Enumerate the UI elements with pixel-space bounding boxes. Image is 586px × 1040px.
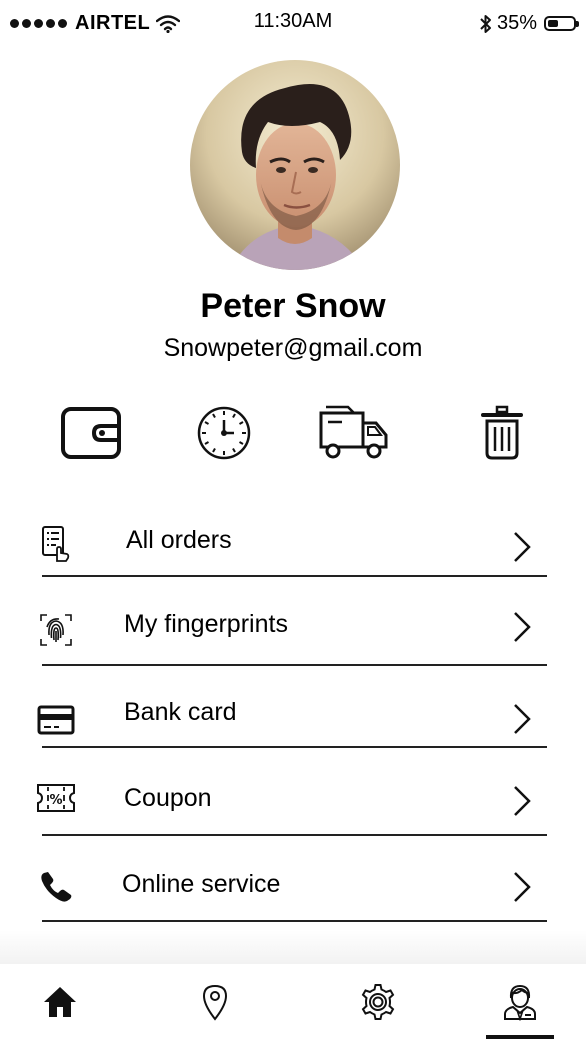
divider xyxy=(42,664,547,666)
menu-item-label: My fingerprints xyxy=(124,610,288,638)
divider xyxy=(42,920,547,922)
svg-text:%: % xyxy=(49,793,62,808)
tab-location[interactable] xyxy=(175,964,255,1040)
chevron-right-icon xyxy=(514,704,531,734)
active-tab-indicator xyxy=(486,1035,554,1039)
chevron-right-icon xyxy=(514,872,531,902)
chevron-right-icon xyxy=(514,532,531,562)
battery-percent: 35% xyxy=(496,12,537,34)
home-icon xyxy=(44,987,76,1017)
profile-name: Peter Snow xyxy=(200,287,386,325)
chevron-right-icon xyxy=(514,786,531,816)
menu-item-all-orders[interactable]: All orders xyxy=(0,508,586,578)
tab-bar-shadow xyxy=(0,930,586,964)
divider xyxy=(42,834,547,836)
menu-item-label: Bank card xyxy=(124,698,237,726)
battery-icon xyxy=(544,16,579,31)
clock-icon xyxy=(197,406,251,460)
menu-item-online-service[interactable]: Online service xyxy=(0,850,586,920)
divider xyxy=(42,575,547,577)
status-bar: AIRTEL 11:30AM 35% xyxy=(0,0,586,44)
coupon-icon: % xyxy=(34,776,78,820)
chevron-right-icon xyxy=(514,612,531,642)
location-icon xyxy=(202,984,228,1021)
trash-icon xyxy=(481,405,523,460)
fingerprint-icon xyxy=(34,608,78,652)
menu-item-bank-card[interactable]: Bank card xyxy=(0,680,586,746)
menu-item-coupon[interactable]: % Coupon xyxy=(0,764,586,834)
wallet-button[interactable] xyxy=(56,400,128,466)
bluetooth-icon xyxy=(480,14,491,33)
tab-home[interactable] xyxy=(20,964,100,1040)
profile-email: Snowpeter@gmail.com xyxy=(163,334,423,362)
profile-icon xyxy=(504,984,536,1021)
avatar[interactable] xyxy=(190,60,400,270)
wallet-icon xyxy=(61,407,121,459)
divider xyxy=(42,746,547,748)
menu-item-my-fingerprints[interactable]: My fingerprints xyxy=(0,590,586,665)
menu-item-label: Online service xyxy=(122,870,281,898)
settings-icon xyxy=(361,984,395,1020)
tab-settings[interactable] xyxy=(338,964,418,1040)
delivery-button[interactable] xyxy=(318,400,390,466)
tab-bar xyxy=(0,964,586,1040)
menu-item-label: Coupon xyxy=(124,784,212,812)
history-button[interactable] xyxy=(188,400,260,466)
status-right: 35% xyxy=(479,12,579,35)
orders-icon xyxy=(34,522,78,566)
delete-button[interactable] xyxy=(466,400,538,466)
truck-icon xyxy=(319,405,388,459)
phone-icon xyxy=(34,864,78,908)
tab-profile[interactable] xyxy=(480,964,560,1040)
bank-card-icon xyxy=(34,698,78,742)
menu-item-label: All orders xyxy=(126,526,232,554)
